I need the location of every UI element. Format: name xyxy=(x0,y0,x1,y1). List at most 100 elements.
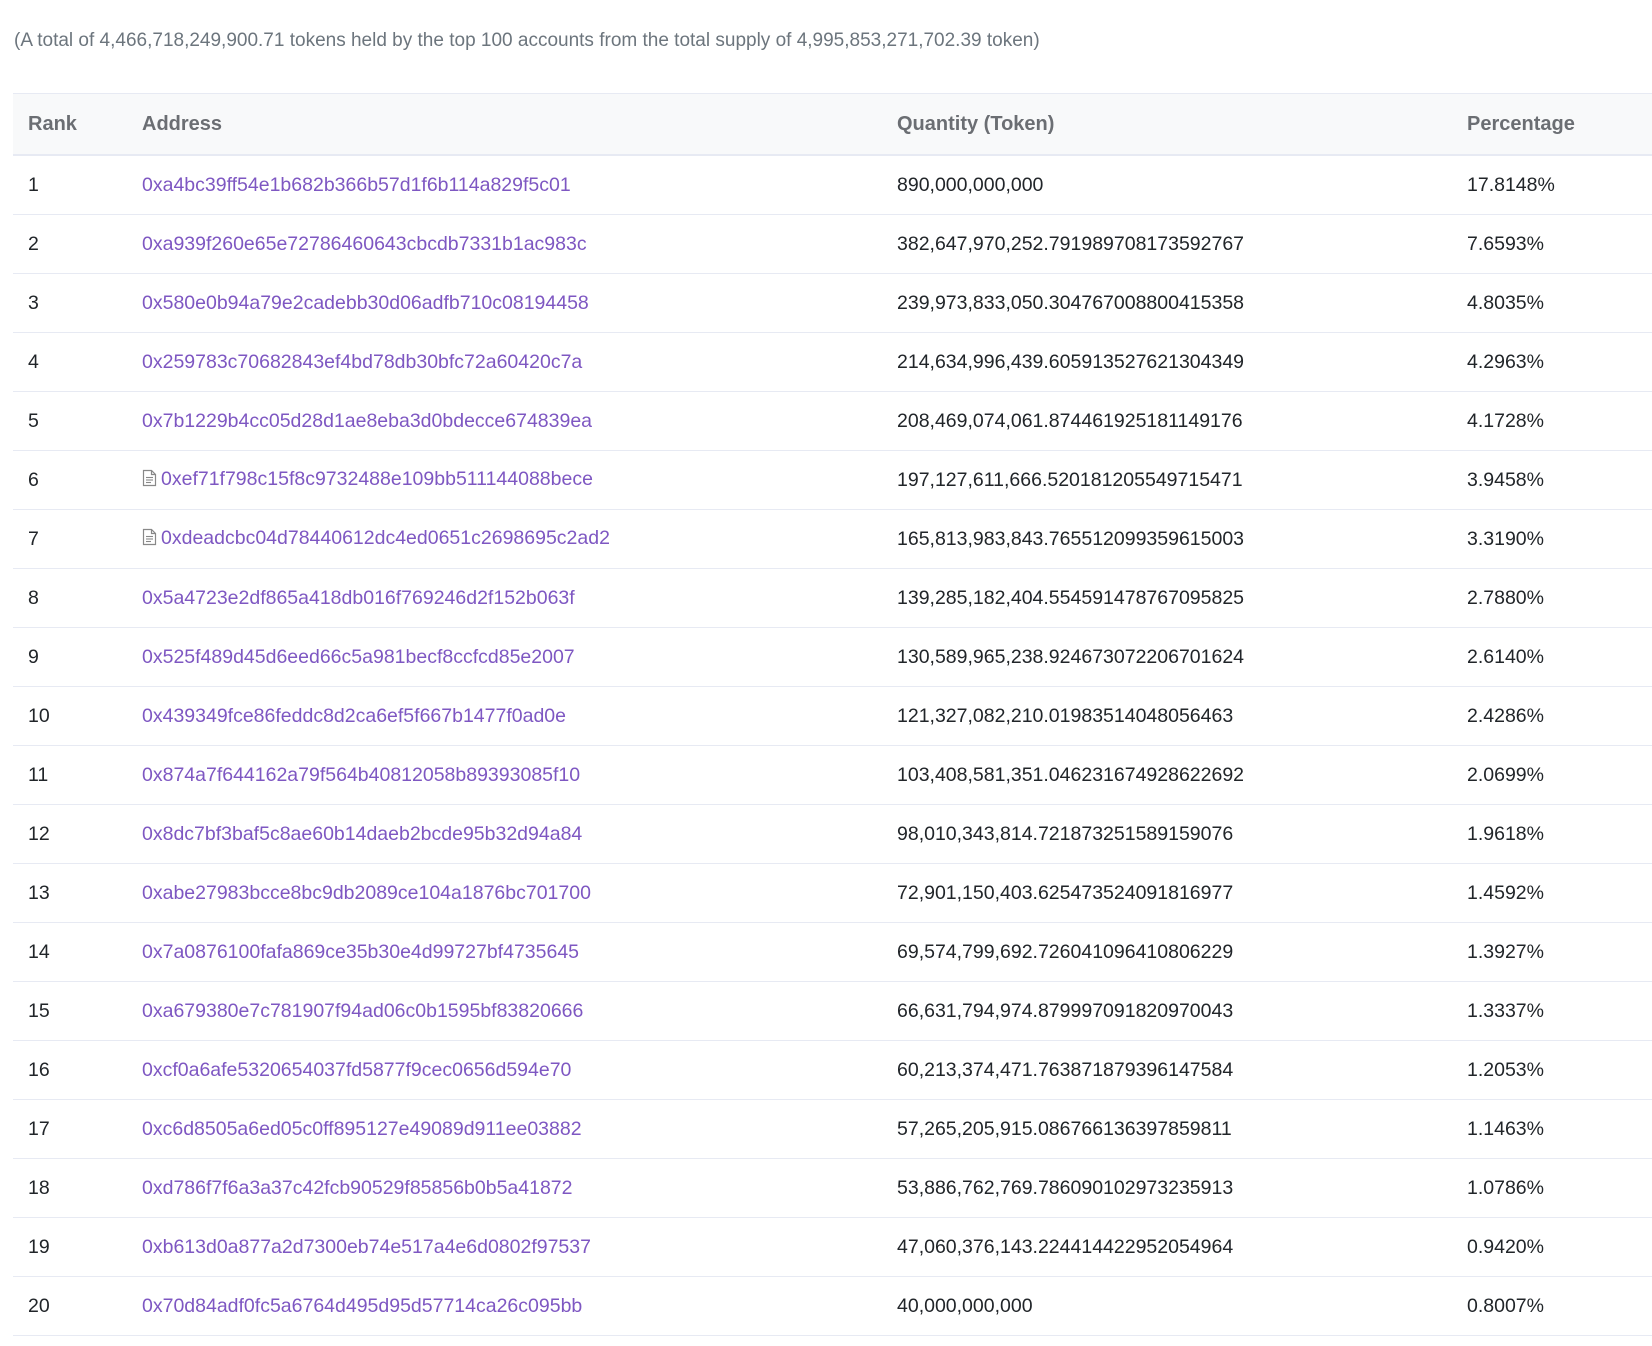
holder-address-link[interactable]: 0xb613d0a877a2d7300eb74e517a4e6d0802f975… xyxy=(142,1236,591,1258)
table-header-row: Rank Address Quantity (Token) Percentage xyxy=(13,93,1652,156)
token-holders-summary: (A total of 4,466,718,249,900.71 tokens … xyxy=(14,30,1040,51)
percentage-cell: 2.7880% xyxy=(1467,568,1652,628)
address-column-header: Address xyxy=(142,93,897,156)
table-row: 8 0x5a4723e2df865a418db016f769246d2f152b0… xyxy=(13,568,1652,628)
percentage-cell: 4.8035% xyxy=(1467,273,1652,333)
table-row: 16 0xcf0a6afe5320654037fd5877f9cec0656d59… xyxy=(13,1040,1652,1100)
table-row: 10 0x439349fce86feddc8d2ca6ef5f667b1477f0… xyxy=(13,686,1652,746)
holder-address-link[interactable]: 0xa679380e7c781907f94ad06c0b1595bf838206… xyxy=(142,1000,583,1022)
rank-cell: 6 xyxy=(13,450,142,510)
quantity-cell: 890,000,000,000 xyxy=(897,155,1467,215)
address-cell: 0x580e0b94a79e2cadebb30d06adfb710c081944… xyxy=(142,273,897,333)
address-cell: 0xa679380e7c781907f94ad06c0b1595bf838206… xyxy=(142,981,897,1041)
table-row: 4 0x259783c70682843ef4bd78db30bfc72a60420… xyxy=(13,332,1652,392)
quantity-cell: 208,469,074,061.874461925181149176 xyxy=(897,391,1467,451)
address-cell: 0xdeadcbc04d78440612dc4ed0651c2698695c2a… xyxy=(142,509,897,569)
table-row: 9 0x525f489d45d6eed66c5a981becf8ccfcd85e2… xyxy=(13,627,1652,687)
rank-column-header: Rank xyxy=(13,93,142,156)
rank-cell: 2 xyxy=(13,214,142,274)
percentage-cell: 4.1728% xyxy=(1467,391,1652,451)
holder-address-link[interactable]: 0xef71f798c15f8c9732488e109bb511144088be… xyxy=(161,468,593,490)
rank-cell: 9 xyxy=(13,627,142,687)
address-cell: 0x7b1229b4cc05d28d1ae8eba3d0bdecce674839… xyxy=(142,391,897,451)
holder-address-link[interactable]: 0x525f489d45d6eed66c5a981becf8ccfcd85e20… xyxy=(142,646,575,668)
holder-address-link[interactable]: 0x7b1229b4cc05d28d1ae8eba3d0bdecce674839… xyxy=(142,410,592,432)
holder-address-link[interactable]: 0xcf0a6afe5320654037fd5877f9cec0656d594e… xyxy=(142,1059,571,1081)
holder-address-link[interactable]: 0xc6d8505a6ed05c0ff895127e49089d911ee038… xyxy=(142,1118,582,1140)
quantity-cell: 72,901,150,403.625473524091816977 xyxy=(897,863,1467,923)
holder-address-link[interactable]: 0xa4bc39ff54e1b682b366b57d1f6b114a829f5c… xyxy=(142,174,571,196)
quantity-cell: 214,634,996,439.605913527621304349 xyxy=(897,332,1467,392)
holder-address-link[interactable]: 0xdeadcbc04d78440612dc4ed0651c2698695c2a… xyxy=(161,527,610,549)
percentage-cell: 1.3927% xyxy=(1467,922,1652,982)
address-cell: 0xa4bc39ff54e1b682b366b57d1f6b114a829f5c… xyxy=(142,155,897,215)
holder-address-link[interactable]: 0xd786f7f6a3a37c42fcb90529f85856b0b5a418… xyxy=(142,1177,573,1199)
rank-cell: 8 xyxy=(13,568,142,628)
address-cell: 0x874a7f644162a79f564b40812058b89393085f… xyxy=(142,745,897,805)
holder-address-link[interactable]: 0x7a0876100fafa869ce35b30e4d99727bf47356… xyxy=(142,941,579,963)
quantity-cell: 60,213,374,471.763871879396147584 xyxy=(897,1040,1467,1100)
percentage-cell: 0.8007% xyxy=(1467,1276,1652,1336)
rank-cell: 13 xyxy=(13,863,142,923)
percentage-cell: 2.4286% xyxy=(1467,686,1652,746)
rank-cell: 17 xyxy=(13,1099,142,1159)
percentage-cell: 1.0786% xyxy=(1467,1158,1652,1218)
holder-address-link[interactable]: 0x5a4723e2df865a418db016f769246d2f152b06… xyxy=(142,587,575,609)
table-row: 1 0xa4bc39ff54e1b682b366b57d1f6b114a829f5… xyxy=(13,155,1652,215)
quantity-cell: 121,327,082,210.01983514048056463 xyxy=(897,686,1467,746)
quantity-cell: 69,574,799,692.726041096410806229 xyxy=(897,922,1467,982)
rank-cell: 12 xyxy=(13,804,142,864)
table-row: 18 0xd786f7f6a3a37c42fcb90529f85856b0b5a4… xyxy=(13,1158,1652,1218)
table-row: 7 0xdeadcbc04d78440612dc4ed0651c2698695c2… xyxy=(13,509,1652,569)
rank-cell: 16 xyxy=(13,1040,142,1100)
contract-file-icon xyxy=(142,469,157,493)
rank-cell: 5 xyxy=(13,391,142,451)
holder-address-link[interactable]: 0x439349fce86feddc8d2ca6ef5f667b1477f0ad… xyxy=(142,705,566,727)
quantity-cell: 98,010,343,814.721873251589159076 xyxy=(897,804,1467,864)
table-row: 12 0x8dc7bf3baf5c8ae60b14daeb2bcde95b32d9… xyxy=(13,804,1652,864)
address-cell: 0xabe27983bcce8bc9db2089ce104a1876bc7017… xyxy=(142,863,897,923)
quantity-cell: 130,589,965,238.924673072206701624 xyxy=(897,627,1467,687)
rank-cell: 7 xyxy=(13,509,142,569)
quantity-cell: 47,060,376,143.224414422952054964 xyxy=(897,1217,1467,1277)
holder-address-link[interactable]: 0x874a7f644162a79f564b40812058b89393085f… xyxy=(142,764,580,786)
address-cell: 0x7a0876100fafa869ce35b30e4d99727bf47356… xyxy=(142,922,897,982)
table-row: 14 0x7a0876100fafa869ce35b30e4d99727bf473… xyxy=(13,922,1652,982)
holder-address-link[interactable]: 0xa939f260e65e72786460643cbcdb7331b1ac98… xyxy=(142,233,587,255)
rank-cell: 20 xyxy=(13,1276,142,1336)
rank-cell: 15 xyxy=(13,981,142,1041)
rank-cell: 11 xyxy=(13,745,142,805)
rank-cell: 3 xyxy=(13,273,142,333)
address-cell: 0xd786f7f6a3a37c42fcb90529f85856b0b5a418… xyxy=(142,1158,897,1218)
percentage-cell: 1.9618% xyxy=(1467,804,1652,864)
rank-cell: 10 xyxy=(13,686,142,746)
holder-address-link[interactable]: 0x259783c70682843ef4bd78db30bfc72a60420c… xyxy=(142,351,582,373)
table-row: 17 0xc6d8505a6ed05c0ff895127e49089d911ee0… xyxy=(13,1099,1652,1159)
holder-address-link[interactable]: 0x580e0b94a79e2cadebb30d06adfb710c081944… xyxy=(142,292,589,314)
address-cell: 0xb613d0a877a2d7300eb74e517a4e6d0802f975… xyxy=(142,1217,897,1277)
percentage-cell: 1.3337% xyxy=(1467,981,1652,1041)
holder-address-link[interactable]: 0x70d84adf0fc5a6764d495d95d57714ca26c095… xyxy=(142,1295,582,1317)
percentage-cell: 1.2053% xyxy=(1467,1040,1652,1100)
table-row: 3 0x580e0b94a79e2cadebb30d06adfb710c08194… xyxy=(13,273,1652,333)
holder-address-link[interactable]: 0x8dc7bf3baf5c8ae60b14daeb2bcde95b32d94a… xyxy=(142,823,582,845)
percentage-cell: 3.3190% xyxy=(1467,509,1652,569)
address-cell: 0x5a4723e2df865a418db016f769246d2f152b06… xyxy=(142,568,897,628)
quantity-cell: 40,000,000,000 xyxy=(897,1276,1467,1336)
rank-cell: 1 xyxy=(13,155,142,215)
quantity-cell: 382,647,970,252.791989708173592767 xyxy=(897,214,1467,274)
table-row: 5 0x7b1229b4cc05d28d1ae8eba3d0bdecce67483… xyxy=(13,391,1652,451)
rank-cell: 4 xyxy=(13,332,142,392)
rank-cell: 19 xyxy=(13,1217,142,1277)
address-cell: 0x525f489d45d6eed66c5a981becf8ccfcd85e20… xyxy=(142,627,897,687)
token-holders-table: Rank Address Quantity (Token) Percentage… xyxy=(13,93,1652,1336)
table-row: 2 0xa939f260e65e72786460643cbcdb7331b1ac9… xyxy=(13,214,1652,274)
quantity-cell: 239,973,833,050.304767008800415358 xyxy=(897,273,1467,333)
table-row: 15 0xa679380e7c781907f94ad06c0b1595bf8382… xyxy=(13,981,1652,1041)
holder-address-link[interactable]: 0xabe27983bcce8bc9db2089ce104a1876bc7017… xyxy=(142,882,591,904)
percentage-cell: 7.6593% xyxy=(1467,214,1652,274)
percentage-cell: 0.9420% xyxy=(1467,1217,1652,1277)
quantity-cell: 53,886,762,769.786090102973235913 xyxy=(897,1158,1467,1218)
rank-cell: 18 xyxy=(13,1158,142,1218)
percentage-column-header: Percentage xyxy=(1467,93,1652,156)
